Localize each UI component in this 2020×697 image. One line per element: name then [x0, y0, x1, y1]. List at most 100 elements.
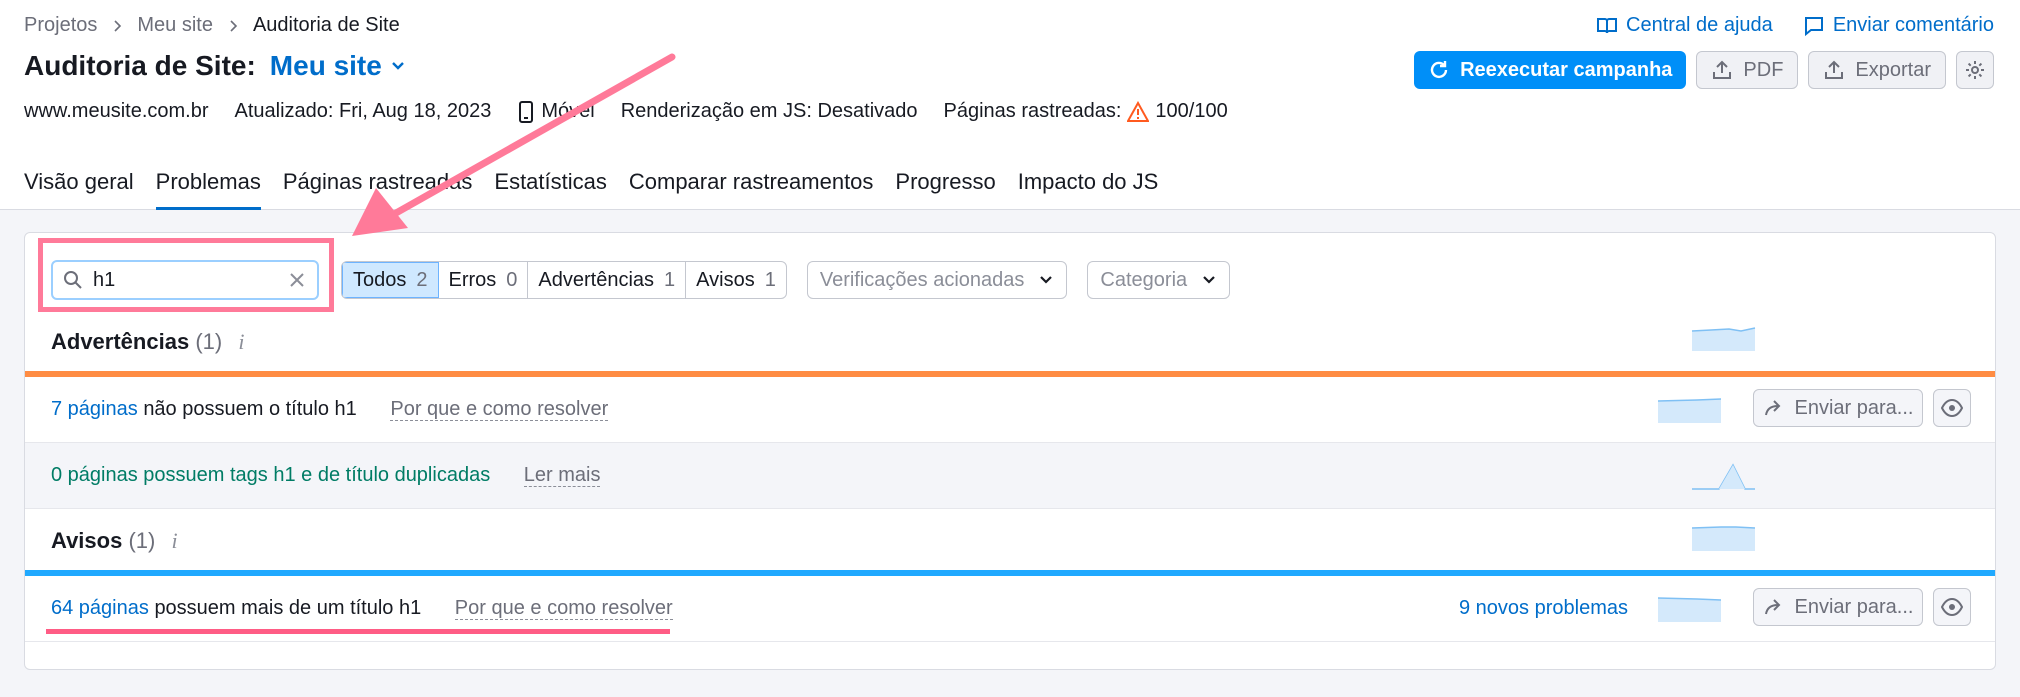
warnings-title: Advertências	[51, 329, 190, 354]
checks-dropdown-label: Verificações acionadas	[819, 268, 1025, 291]
help-center-link[interactable]: Central de ajuda	[1596, 14, 1773, 37]
issue-pages-link[interactable]: 7 páginas	[51, 398, 138, 420]
js-render-text: Renderização em JS: Desativado	[620, 100, 918, 122]
category-dropdown[interactable]: Categoria	[1087, 261, 1231, 299]
info-icon[interactable]: i	[238, 329, 244, 354]
tab-issues[interactable]: Problemas	[155, 169, 261, 210]
tab-bar: Visão geral Problemas Páginas rastreadas…	[24, 169, 1158, 210]
checks-dropdown[interactable]: Verificações acionadas	[806, 261, 1068, 299]
pages-crawled-label: Páginas rastreadas:	[943, 100, 1122, 122]
warnings-trend-sparkline	[1691, 327, 1756, 351]
read-more-link[interactable]: Ler mais	[523, 464, 601, 487]
issue-text: 0 páginas possuem tags h1 e de título du…	[51, 464, 491, 486]
send-to-button[interactable]: Enviar para...	[1753, 389, 1923, 427]
book-icon	[1597, 17, 1618, 33]
warnings-section-title: Advertências (1) i	[51, 329, 244, 355]
pdf-label: PDF	[1743, 58, 1784, 81]
project-name: Meu site	[269, 50, 382, 81]
device-info: Móvel	[517, 100, 595, 123]
warnings-count: (1)	[195, 329, 223, 354]
how-to-fix-link[interactable]: Por que e como resolver	[390, 398, 609, 421]
export-button[interactable]: Exportar	[1808, 51, 1946, 89]
pages-crawled-info: Páginas rastreadas: 100/100	[944, 100, 1228, 123]
new-issues-link[interactable]: 9 novos problemas	[1459, 597, 1628, 620]
refresh-icon	[1430, 61, 1448, 79]
filter-label: Avisos	[696, 268, 755, 291]
notices-section-title: Avisos (1) i	[51, 528, 178, 554]
issue-row: 0 páginas possuem tags h1 e de título du…	[25, 443, 1995, 509]
filter-warnings[interactable]: Advertências 1	[528, 262, 687, 298]
chevron-down-icon	[1203, 276, 1215, 284]
tab-statistics[interactable]: Estatísticas	[494, 169, 606, 210]
eye-icon	[1941, 597, 1963, 617]
send-to-label: Enviar para...	[1794, 595, 1914, 618]
filter-all[interactable]: Todos 2	[342, 262, 439, 298]
category-dropdown-label: Categoria	[1100, 268, 1188, 291]
export-label: Exportar	[1855, 58, 1931, 81]
issue-text: não possuem o título h1	[143, 398, 357, 420]
comment-icon	[1804, 16, 1823, 36]
share-arrow-icon	[1764, 400, 1780, 416]
view-button[interactable]	[1933, 588, 1971, 626]
breadcrumb: Projetos Meu site Auditoria de Site	[24, 14, 400, 37]
tab-js-impact[interactable]: Impacto do JS	[1018, 169, 1159, 210]
issue-pages-link[interactable]: 64 páginas	[51, 597, 149, 619]
help-center-label: Central de ajuda	[1626, 14, 1773, 36]
page-title: Auditoria de Site: Meu site	[24, 50, 406, 82]
filter-count: 2	[416, 268, 428, 291]
gear-icon	[1966, 61, 1984, 79]
share-arrow-icon	[1764, 599, 1780, 615]
project-selector[interactable]: Meu site	[270, 50, 406, 82]
filter-label: Todos	[353, 268, 407, 291]
chevron-right-icon	[114, 19, 122, 32]
filter-label: Advertências	[538, 268, 655, 291]
issue-text: possuem mais de um título h1	[154, 597, 422, 619]
notices-title: Avisos	[51, 528, 123, 553]
notices-count: (1)	[128, 528, 156, 553]
page-header: Projetos Meu site Auditoria de Site Cent…	[0, 0, 2020, 210]
tab-progress[interactable]: Progresso	[895, 169, 995, 210]
tab-crawled-pages[interactable]: Páginas rastreadas	[283, 169, 473, 210]
notices-trend-sparkline	[1691, 526, 1756, 551]
breadcrumb-my-site[interactable]: Meu site	[137, 14, 213, 37]
send-feedback-label: Enviar comentário	[1832, 14, 1994, 36]
pages-crawled-value: 100/100	[1155, 100, 1228, 122]
breadcrumb-projects[interactable]: Projetos	[24, 14, 97, 37]
filter-count: 1	[764, 268, 776, 291]
filter-notices[interactable]: Avisos 1	[686, 262, 786, 298]
settings-button[interactable]	[1956, 51, 1994, 89]
filter-label: Erros	[448, 268, 497, 291]
search-icon	[64, 271, 82, 289]
send-to-label: Enviar para...	[1794, 396, 1914, 419]
chevron-down-icon	[1040, 276, 1053, 284]
how-to-fix-link[interactable]: Por que e como resolver	[454, 597, 673, 620]
upload-icon	[1713, 60, 1732, 79]
warning-icon	[1127, 100, 1150, 122]
pdf-button[interactable]: PDF	[1696, 51, 1799, 89]
issue-trend-sparkline	[1657, 597, 1722, 622]
audit-meta: www.meusite.com.br Atualizado: Fri, Aug …	[24, 100, 1228, 123]
issue-row: 7 páginas não possuem o título h1 Por qu…	[25, 377, 1995, 443]
send-feedback-link[interactable]: Enviar comentário	[1803, 14, 1994, 37]
tab-overview[interactable]: Visão geral	[24, 169, 134, 210]
search-input[interactable]: h1	[51, 260, 319, 300]
view-button[interactable]	[1933, 389, 1971, 427]
chevron-right-icon	[230, 19, 238, 32]
rerun-campaign-label: Reexecutar campanha	[1460, 58, 1673, 81]
send-to-button[interactable]: Enviar para...	[1753, 588, 1923, 626]
close-icon[interactable]	[287, 270, 307, 290]
domain-text: www.meusite.com.br	[24, 100, 209, 122]
phone-icon	[519, 100, 534, 123]
issue-trend-sparkline	[1657, 398, 1722, 423]
filter-count: 1	[664, 268, 676, 291]
search-value: h1	[93, 268, 116, 291]
issue-trend-sparkline	[1692, 463, 1755, 490]
tab-compare-crawls[interactable]: Comparar rastreamentos	[629, 169, 874, 210]
issues-card: h1 Todos 2 Erros 0 Advertências 1 Avisos 1 V…	[24, 232, 1996, 670]
filter-errors[interactable]: Erros 0	[439, 262, 529, 298]
device-text: Móvel	[541, 100, 595, 122]
info-icon[interactable]: i	[171, 528, 177, 553]
filter-count: 0	[506, 268, 518, 291]
chevron-down-icon	[391, 62, 404, 70]
rerun-campaign-button[interactable]: Reexecutar campanha	[1414, 51, 1687, 89]
